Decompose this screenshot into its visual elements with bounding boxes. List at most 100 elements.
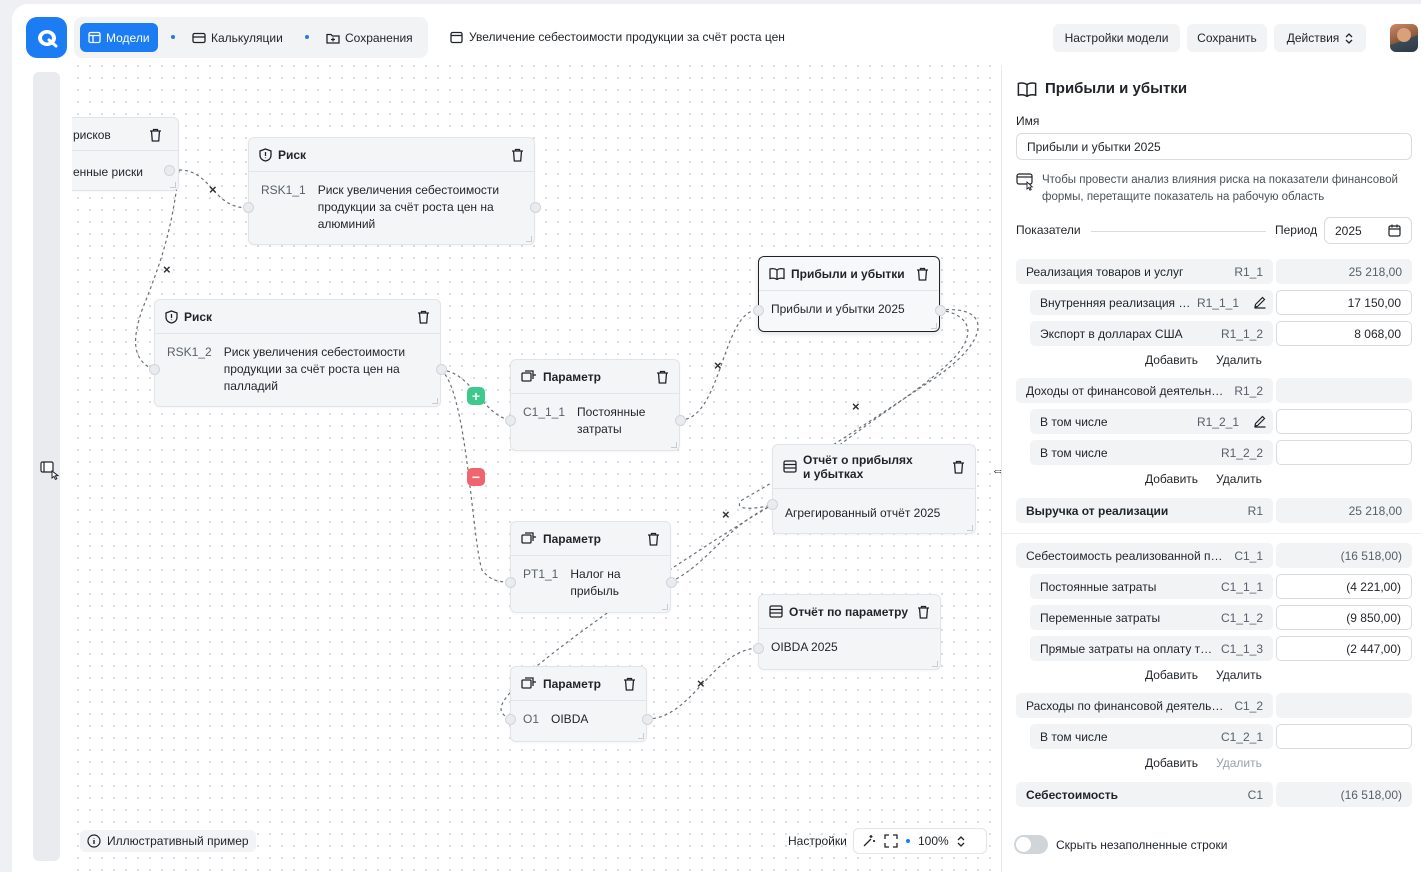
node-port[interactable]	[436, 364, 447, 375]
resize-handle[interactable]	[432, 398, 438, 404]
resize-handle[interactable]	[931, 323, 937, 329]
indicator-row[interactable]: Внутренняя реализация в... R1_1_1 17 150,…	[1030, 290, 1421, 315]
node-port[interactable]	[935, 305, 946, 316]
indicator-row[interactable]: Прямые затраты на оплату тру... C1_1_3 (2…	[1030, 636, 1421, 661]
delete-button[interactable]: Удалить	[1216, 353, 1262, 367]
parameter-report-node[interactable]: Отчёт по параметру OIBDA 2025	[753, 594, 941, 670]
indicator-value-input[interactable]: 17 150,00	[1276, 290, 1412, 315]
positive-impact-icon[interactable]: +	[467, 387, 485, 405]
risk-node-rsk1-1[interactable]: Риск RSK1_1 Риск увеличения себестоимости…	[243, 137, 541, 245]
node-port[interactable]	[642, 714, 653, 725]
indicator-value-input[interactable]: (4 221,00)	[1276, 574, 1412, 599]
pnl-node[interactable]: Прибыли и убытки Прибыли и убытки 2025	[753, 256, 946, 332]
parameter-node-o1[interactable]: Параметр O1 OIBDA	[505, 666, 653, 742]
add-button[interactable]: Добавить	[1145, 668, 1198, 682]
indicator-value-input[interactable]: 8 068,00	[1276, 321, 1412, 346]
indicator-row[interactable]: В том числе R1_2_2	[1030, 440, 1421, 465]
resize-handle[interactable]	[662, 604, 668, 610]
trash-icon[interactable]	[656, 370, 669, 384]
indicator-value-input[interactable]	[1276, 440, 1412, 465]
node-port[interactable]	[243, 202, 254, 213]
tab-calculations[interactable]: Калькуляции	[184, 23, 291, 52]
indicator-value-input[interactable]: (9 850,00)	[1276, 605, 1412, 630]
edge-remove-icon[interactable]: ×	[722, 508, 730, 521]
model-settings-button[interactable]: Настройки модели	[1053, 24, 1180, 52]
edge-remove-icon[interactable]: ×	[697, 677, 705, 690]
trash-icon[interactable]	[511, 148, 524, 162]
delete-button[interactable]: Удалить	[1216, 472, 1262, 486]
canvas-settings-label[interactable]: Настройки	[788, 834, 847, 848]
add-button[interactable]: Добавить	[1145, 756, 1198, 770]
indicator-row[interactable]: Реализация товаров и услуг R1_1 25 218,00	[1016, 259, 1421, 284]
trash-icon[interactable]	[647, 532, 660, 546]
edge-remove-icon[interactable]: ×	[852, 400, 860, 413]
node-port[interactable]	[753, 643, 764, 654]
trash-icon[interactable]	[149, 128, 162, 142]
resize-handle[interactable]	[170, 182, 176, 188]
indicator-value-input[interactable]	[1276, 409, 1412, 434]
resize-handle[interactable]	[638, 733, 644, 739]
sidebar-toggle-icon[interactable]	[40, 460, 62, 482]
indicator-row-total[interactable]: Себестоимость C1 (16 518,00)	[1016, 782, 1421, 807]
indicator-row[interactable]: Доходы от финансовой деятельнос... R1_2	[1016, 378, 1421, 403]
indicator-row[interactable]: Расходы по финансовой деятельно... C1_2	[1016, 693, 1421, 718]
hide-empty-rows-toggle[interactable]	[1014, 835, 1048, 854]
tab-models[interactable]: Модели	[80, 23, 158, 52]
pencil-icon[interactable]	[1253, 414, 1267, 428]
node-port[interactable]	[164, 165, 175, 176]
tab-saves[interactable]: Сохранения	[318, 23, 421, 52]
trash-icon[interactable]	[623, 677, 636, 691]
edge-remove-icon[interactable]: ×	[163, 263, 171, 276]
indicator-row[interactable]: В том числе C1_2_1	[1030, 724, 1421, 749]
period-select[interactable]: 2025	[1324, 217, 1412, 244]
node-port[interactable]	[767, 499, 778, 510]
parameter-node-c1-1-1[interactable]: Параметр C1_1_1 Постоянные затраты	[505, 359, 686, 451]
name-input[interactable]: Прибыли и убытки 2025	[1016, 133, 1412, 160]
indicator-row[interactable]: Себестоимость реализованной про... C1_1 (…	[1016, 543, 1421, 568]
node-port[interactable]	[753, 305, 764, 316]
trash-icon[interactable]	[952, 460, 965, 474]
node-port[interactable]	[505, 415, 516, 426]
indicator-row-total[interactable]: Выручка от реализации R1 25 218,00	[1016, 498, 1421, 523]
risk-group-node[interactable]: рисков енные риски	[72, 117, 179, 191]
indicator-row[interactable]: Постоянные затраты C1_1_1 (4 221,00)	[1030, 574, 1421, 599]
zoom-level[interactable]: 100%	[918, 834, 949, 848]
indicator-row[interactable]: Экспорт в долларах США R1_1_2 8 068,00	[1030, 321, 1421, 346]
node-port[interactable]	[505, 577, 516, 588]
add-button[interactable]: Добавить	[1145, 353, 1198, 367]
indicator-row[interactable]: В том числе R1_2_1	[1030, 409, 1421, 434]
actions-button[interactable]: Действия	[1274, 24, 1366, 52]
pencil-icon[interactable]	[1253, 295, 1267, 309]
fullscreen-icon[interactable]	[884, 834, 898, 848]
negative-impact-icon[interactable]: −	[467, 468, 485, 486]
resize-handle[interactable]	[671, 442, 677, 448]
edge-remove-icon[interactable]: ×	[714, 359, 722, 372]
indicator-row[interactable]: Переменные затраты C1_1_2 (9 850,00)	[1030, 605, 1421, 630]
indicator-value-input[interactable]: (2 447,00)	[1276, 636, 1412, 661]
node-port[interactable]	[149, 364, 160, 375]
node-port[interactable]	[505, 714, 516, 725]
trash-icon[interactable]	[916, 267, 929, 281]
add-button[interactable]: Добавить	[1145, 472, 1198, 486]
app-logo[interactable]	[26, 17, 67, 58]
breadcrumb[interactable]: Увеличение себестоимости продукции за сч…	[450, 30, 785, 44]
magic-wand-icon[interactable]	[862, 834, 876, 848]
indicator-value-input[interactable]	[1276, 724, 1412, 749]
node-port[interactable]	[530, 202, 541, 213]
trash-icon[interactable]	[917, 605, 930, 619]
parameter-node-pt1-1[interactable]: Параметр PT1_1 Налог на прибыль	[505, 521, 677, 613]
edge-remove-icon[interactable]: ×	[209, 183, 217, 196]
resize-handle[interactable]	[967, 525, 973, 531]
workflow-canvas[interactable]: × × × × × × + − рисков енные риски Риск …	[72, 60, 1000, 872]
resize-handle[interactable]	[932, 661, 938, 667]
node-port[interactable]	[675, 415, 686, 426]
user-avatar[interactable]	[1390, 24, 1418, 52]
risk-node-rsk1-2[interactable]: Риск RSK1_2 Риск увеличения себестоимости…	[149, 299, 447, 407]
save-button[interactable]: Сохранить	[1187, 24, 1267, 52]
report-node[interactable]: Отчёт о прибылях и убытках Агрегированны…	[767, 444, 976, 534]
chevron-updown-icon[interactable]	[957, 835, 965, 847]
trash-icon[interactable]	[417, 310, 430, 324]
node-port[interactable]	[666, 577, 677, 588]
resize-handle[interactable]	[526, 236, 532, 242]
delete-button[interactable]: Удалить	[1216, 668, 1262, 682]
